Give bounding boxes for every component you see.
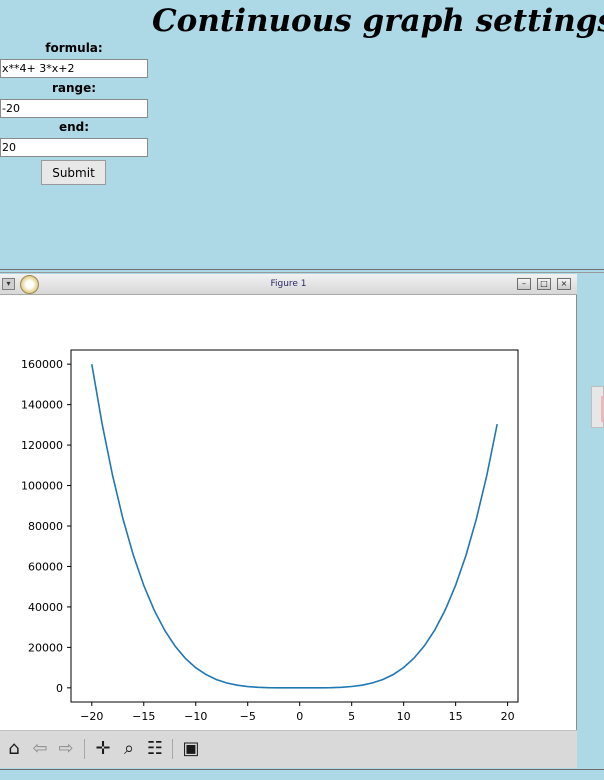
- y-tick-label: 160000: [21, 358, 63, 371]
- y-tick-label: 20000: [28, 641, 63, 654]
- submit-button[interactable]: Submit: [41, 160, 106, 185]
- x-tick-label: −20: [80, 710, 103, 723]
- x-tick-label: −10: [184, 710, 207, 723]
- minimize-icon[interactable]: –: [517, 278, 531, 290]
- figure-title: Figure 1: [270, 279, 307, 289]
- close-icon[interactable]: ×: [557, 278, 571, 290]
- line-chart: −20 −15 −10 −5 0 5 10 15 20 0 20000 40000 60000 80000…: [21, 349, 519, 723]
- divider: [0, 769, 604, 770]
- end-input[interactable]: [0, 138, 148, 157]
- y-tick-label: 0: [56, 682, 63, 695]
- navigation-toolbar: ⌂ ⇦ ⇨ ✛ ⌕ ☷ ▣: [0, 730, 577, 768]
- y-tick-label: 40000: [28, 601, 63, 614]
- x-tick-label: 0: [296, 710, 303, 723]
- axes-frame: [70, 349, 519, 703]
- x-tick-label: 15: [449, 710, 463, 723]
- toolbar-separator: [172, 739, 173, 759]
- x-tick-label: 10: [397, 710, 411, 723]
- zoom-icon[interactable]: ⌕: [118, 737, 140, 761]
- formula-label: formula:: [45, 41, 103, 55]
- end-label: end:: [58, 120, 90, 134]
- formula-input[interactable]: [0, 59, 148, 78]
- divider: [0, 269, 604, 270]
- divider: [0, 272, 604, 273]
- y-tick-label: 80000: [28, 520, 63, 533]
- pan-icon[interactable]: ✛: [92, 737, 114, 761]
- x-tick-label: 5: [348, 710, 355, 723]
- x-tick-label: −15: [132, 710, 155, 723]
- home-icon[interactable]: ⌂: [3, 737, 25, 761]
- app-title: Continuous graph settings: [152, 3, 604, 39]
- plot-area[interactable]: −20 −15 −10 −5 0 5 10 15 20 0 20000 40000 60000 80000…: [0, 295, 577, 730]
- y-tick-label: 140000: [21, 399, 63, 412]
- range-input[interactable]: [0, 99, 148, 118]
- maximize-icon[interactable]: □: [537, 278, 551, 290]
- x-tick-label: 20: [501, 710, 515, 723]
- y-tick-label: 60000: [28, 560, 63, 573]
- y-tick-label: 100000: [21, 480, 63, 493]
- x-tick-label: −5: [240, 710, 256, 723]
- forward-arrow-icon[interactable]: ⇨: [55, 737, 77, 761]
- y-tick-label: 120000: [21, 439, 63, 452]
- save-icon[interactable]: ▣: [180, 737, 202, 761]
- back-arrow-icon[interactable]: ⇦: [29, 737, 51, 761]
- figure-window: ▾ Figure 1 – □ × −20 −15 −10 −5 0 5 10 15 20 0 200…: [0, 274, 577, 768]
- configure-subplots-icon[interactable]: ☷: [144, 737, 166, 761]
- range-label: range:: [51, 81, 97, 95]
- toolbar-separator: [84, 739, 85, 759]
- figure-titlebar[interactable]: ▾ Figure 1 – □ ×: [0, 274, 577, 295]
